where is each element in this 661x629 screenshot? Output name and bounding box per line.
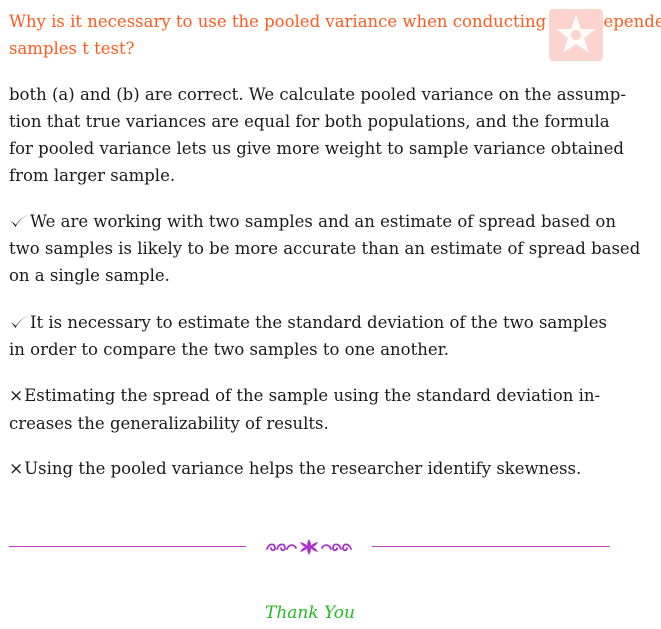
option-line: ×Using the pooled variance helps the res…	[9, 455, 611, 483]
explanation-line: both (a) and (b) are correct. We calcula…	[9, 85, 626, 104]
option-1: We are working with two samples and an e…	[9, 208, 641, 289]
option-line: ×Estimating the spread of the sample usi…	[9, 382, 611, 410]
option-line: It is necessary to estimate the standard…	[9, 309, 611, 336]
cross-mark-icon: ×	[9, 459, 24, 479]
option-line: two samples is likely to be more accurat…	[9, 239, 641, 258]
option-4: ×Using the pooled variance helps the res…	[9, 455, 611, 483]
option-line: in order to compare the two samples to o…	[9, 340, 449, 359]
explanation-paragraph: both (a) and (b) are correct. We calcula…	[9, 81, 626, 189]
option-line: on a single sample.	[9, 266, 170, 285]
option-line: We are working with two samples and an e…	[9, 208, 616, 235]
explanation-line: from larger sample.	[9, 166, 176, 185]
option-text: We are working with two samples and an e…	[30, 212, 616, 231]
check-mark-icon	[10, 214, 28, 227]
explanation-line: for pooled variance lets us give more we…	[9, 139, 624, 158]
thank-you-text: Thank You	[264, 603, 355, 623]
check-mark-icon	[10, 315, 28, 328]
option-text: Using the pooled variance helps the rese…	[24, 459, 582, 478]
floral-ornament-icon	[266, 539, 352, 555]
star-badge-watermark-icon	[549, 9, 603, 61]
explanation-line: tion that true variances are equal for b…	[9, 112, 610, 131]
option-text: Estimating the spread of the sample usin…	[24, 386, 601, 405]
divider-line-right	[372, 546, 610, 547]
option-3: ×Estimating the spread of the sample usi…	[9, 382, 611, 437]
divider-line-left	[9, 546, 246, 547]
option-line: creases the generalizability of results.	[9, 414, 329, 433]
cross-mark-icon: ×	[9, 386, 24, 406]
option-2: It is necessary to estimate the standard…	[9, 309, 611, 363]
option-text: It is necessary to estimate the standard…	[30, 313, 607, 332]
